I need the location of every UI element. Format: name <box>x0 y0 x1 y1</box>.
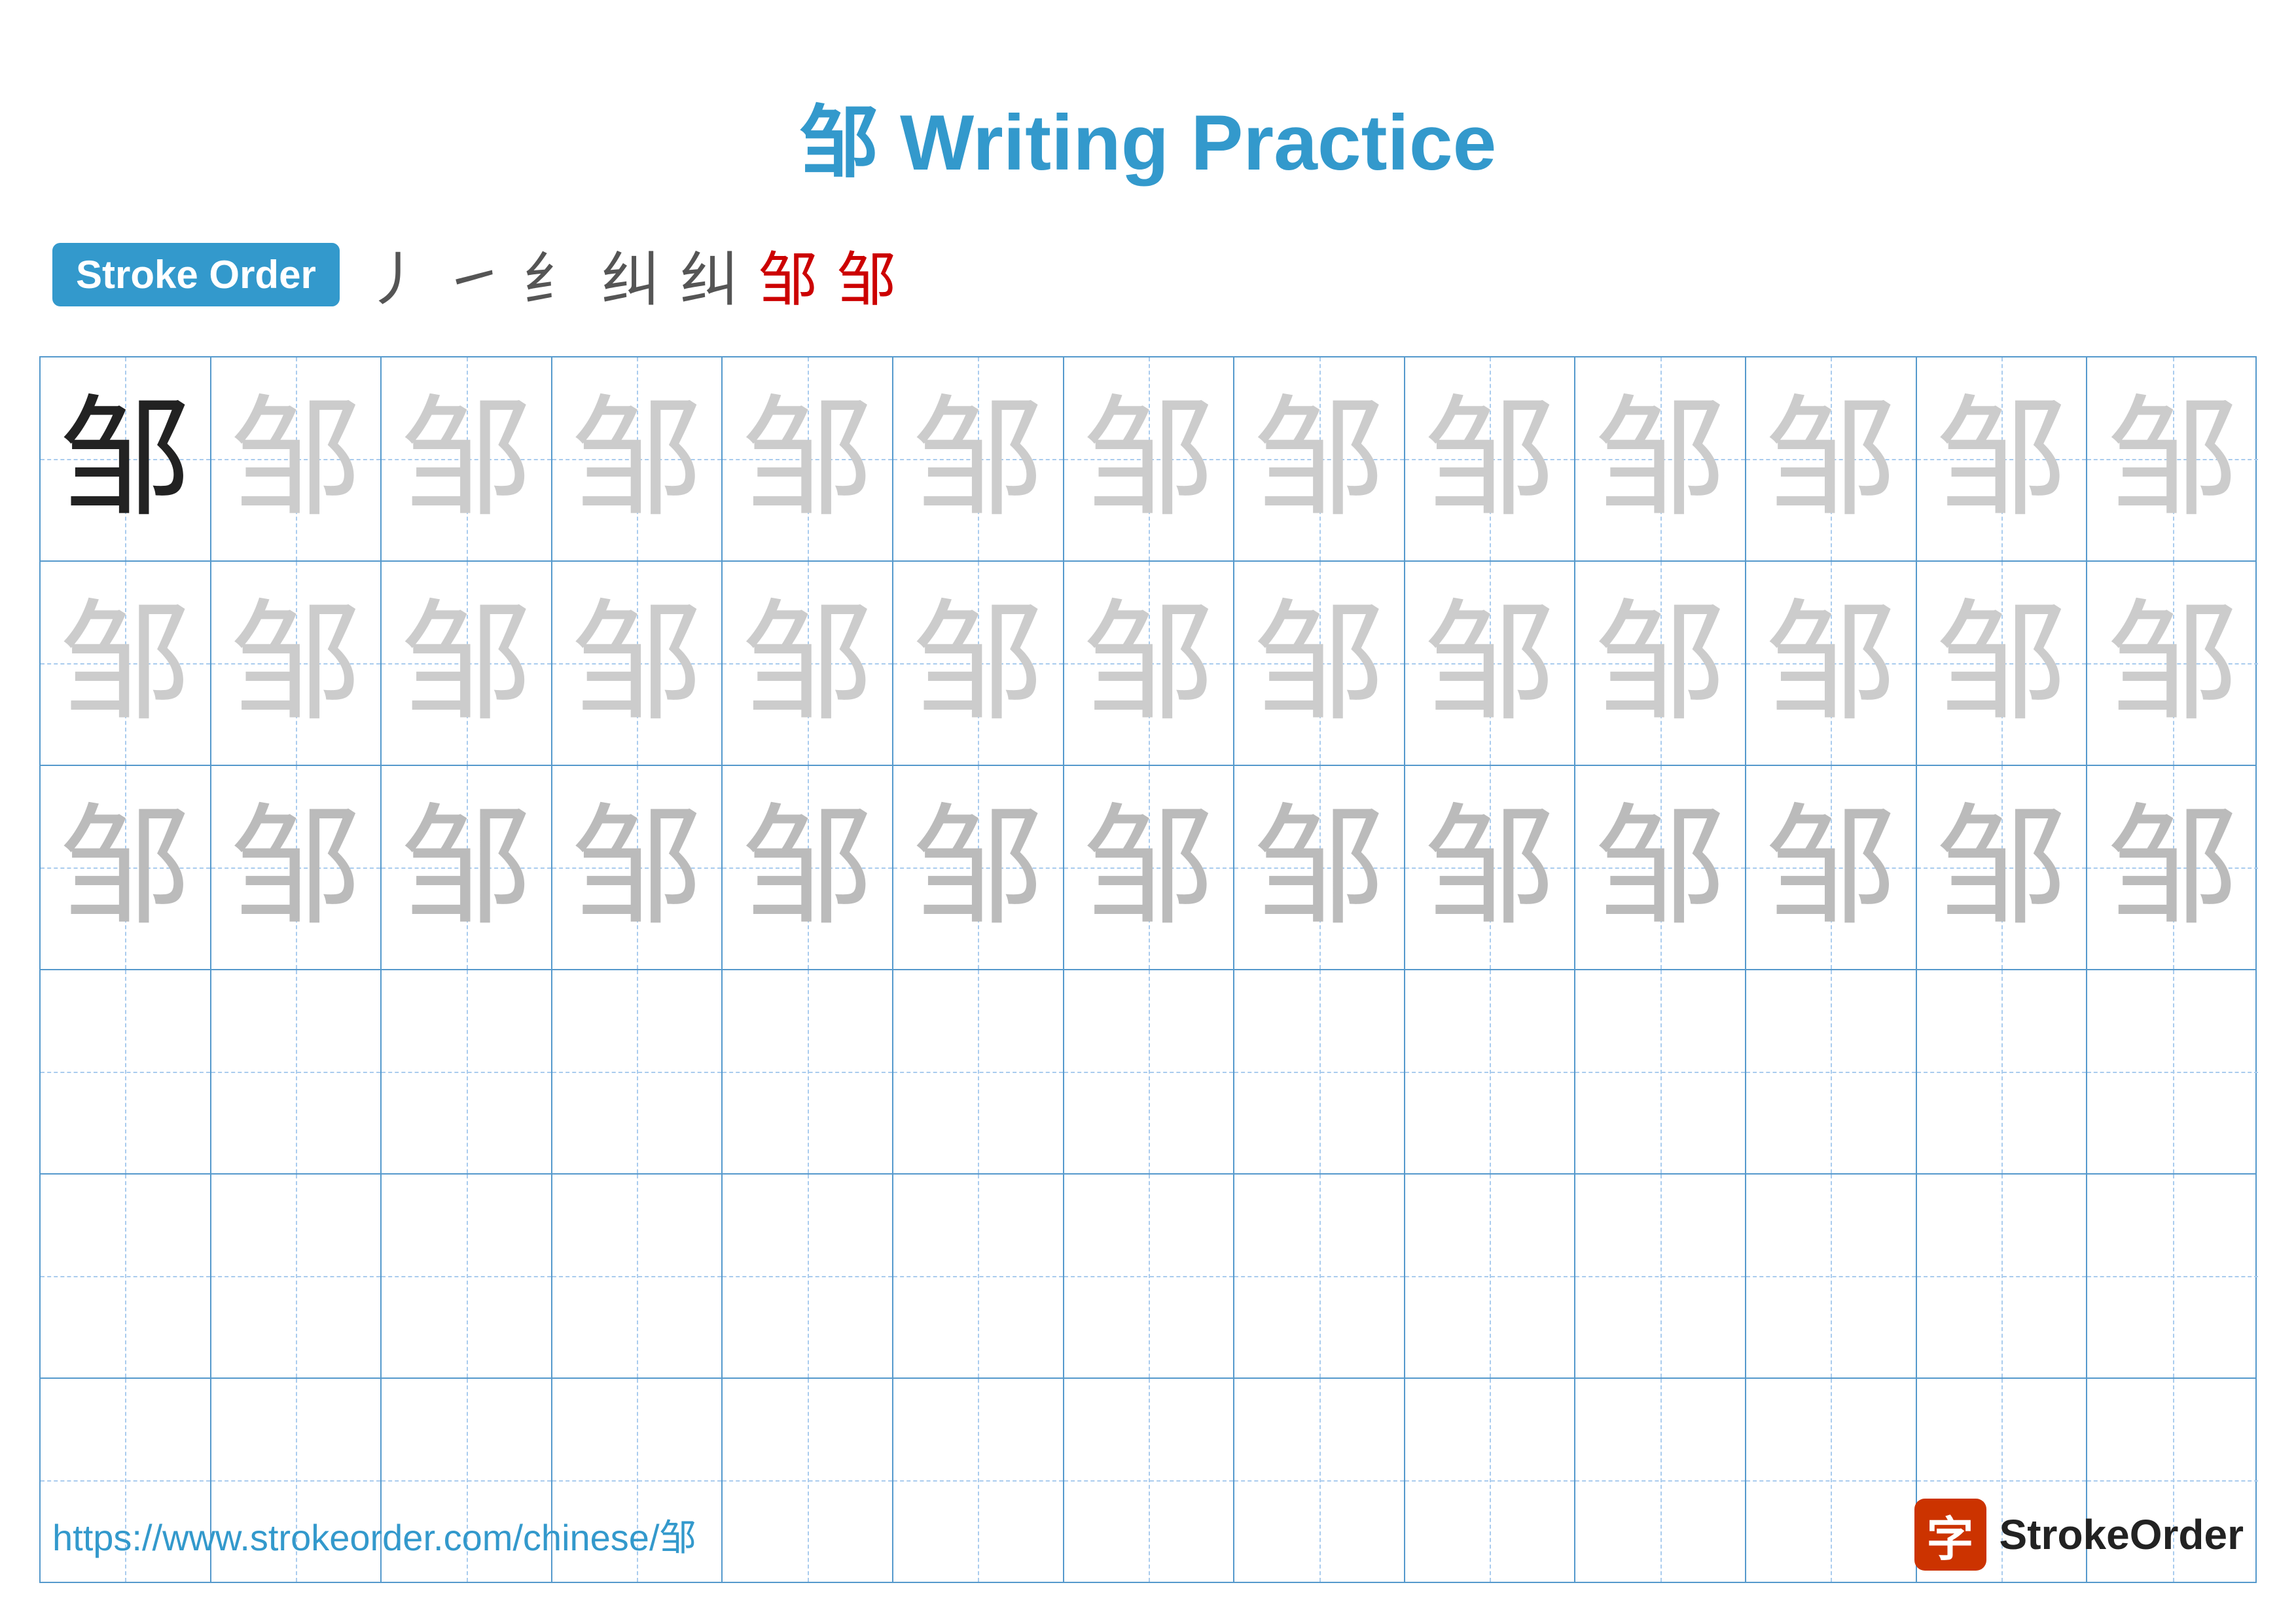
grid-cell-r4-c4[interactable] <box>552 970 723 1173</box>
grid-cell-r3-c10[interactable]: 邹 <box>1575 766 1746 969</box>
grid-cell-r1-c1[interactable]: 邹 <box>41 357 211 560</box>
grid-cell-r2-c12[interactable]: 邹 <box>1917 562 2088 765</box>
grid-cell-r2-c3[interactable]: 邹 <box>382 562 552 765</box>
grid-cell-r2-c11[interactable]: 邹 <box>1746 562 1917 765</box>
grid-cell-r3-c13[interactable]: 邹 <box>2087 766 2258 969</box>
grid-cell-r5-c6[interactable] <box>893 1175 1064 1377</box>
grid-cell-r4-c9[interactable] <box>1405 970 1576 1173</box>
grid-cell-r4-c13[interactable] <box>2087 970 2258 1173</box>
footer-logo: 字 StrokeOrder <box>1914 1499 2244 1571</box>
footer: https://www.strokeorder.com/chinese/邹 字 … <box>0 1499 2296 1571</box>
grid-cell-r5-c8[interactable] <box>1234 1175 1405 1377</box>
grid-cell-r4-c5[interactable] <box>723 970 893 1173</box>
grid-cell-r3-c2[interactable]: 邹 <box>211 766 382 969</box>
grid-row-3: 邹 邹 邹 邹 邹 邹 邹 邹 邹 邹 邹 邹 邹 <box>41 766 2255 970</box>
grid-row-2: 邹 邹 邹 邹 邹 邹 邹 邹 邹 邹 邹 邹 邹 <box>41 562 2255 766</box>
grid-cell-r1-c13[interactable]: 邹 <box>2087 357 2258 560</box>
grid-cell-r3-c5[interactable]: 邹 <box>723 766 893 969</box>
grid-cell-r5-c10[interactable] <box>1575 1175 1746 1377</box>
grid-cell-r4-c1[interactable] <box>41 970 211 1173</box>
grid-cell-r1-c7[interactable]: 邹 <box>1064 357 1235 560</box>
grid-cell-r2-c13[interactable]: 邹 <box>2087 562 2258 765</box>
grid-cell-r5-c11[interactable] <box>1746 1175 1917 1377</box>
grid-cell-r4-c12[interactable] <box>1917 970 2088 1173</box>
grid-cell-r3-c12[interactable]: 邹 <box>1917 766 2088 969</box>
stroke-2: ㇀ <box>444 232 503 317</box>
grid-cell-r4-c7[interactable] <box>1064 970 1235 1173</box>
grid-cell-r1-c6[interactable]: 邹 <box>893 357 1064 560</box>
grid-cell-r4-c8[interactable] <box>1234 970 1405 1173</box>
practice-grid: 邹 邹 邹 邹 邹 邹 邹 邹 邹 邹 邹 邹 邹 邹 邹 邹 邹 邹 邹 邹 … <box>39 356 2257 1583</box>
grid-cell-r2-c10[interactable]: 邹 <box>1575 562 1746 765</box>
grid-cell-r3-c6[interactable]: 邹 <box>893 766 1064 969</box>
grid-cell-r2-c2[interactable]: 邹 <box>211 562 382 765</box>
grid-cell-r4-c11[interactable] <box>1746 970 1917 1173</box>
grid-cell-r5-c5[interactable] <box>723 1175 893 1377</box>
grid-cell-r3-c8[interactable]: 邹 <box>1234 766 1405 969</box>
stroke-4: 纠 <box>601 232 660 317</box>
stroke-5: 纠 <box>680 232 739 317</box>
footer-url[interactable]: https://www.strokeorder.com/chinese/邹 <box>52 1508 696 1561</box>
grid-cell-r4-c10[interactable] <box>1575 970 1746 1173</box>
grid-cell-r4-c3[interactable] <box>382 970 552 1173</box>
grid-cell-r1-c2[interactable]: 邹 <box>211 357 382 560</box>
grid-cell-r3-c1[interactable]: 邹 <box>41 766 211 969</box>
stroke-6: 邹 <box>759 232 817 317</box>
grid-cell-r5-c7[interactable] <box>1064 1175 1235 1377</box>
grid-cell-r4-c2[interactable] <box>211 970 382 1173</box>
grid-cell-r2-c9[interactable]: 邹 <box>1405 562 1576 765</box>
stroke-7: 邹 <box>837 232 896 317</box>
grid-cell-r2-c1[interactable]: 邹 <box>41 562 211 765</box>
grid-cell-r4-c6[interactable] <box>893 970 1064 1173</box>
grid-row-4 <box>41 970 2255 1175</box>
grid-row-1: 邹 邹 邹 邹 邹 邹 邹 邹 邹 邹 邹 邹 邹 <box>41 357 2255 562</box>
grid-cell-r3-c7[interactable]: 邹 <box>1064 766 1235 969</box>
stroke-1: 丿 <box>366 232 425 317</box>
grid-cell-r1-c12[interactable]: 邹 <box>1917 357 2088 560</box>
grid-cell-r1-c5[interactable]: 邹 <box>723 357 893 560</box>
grid-cell-r3-c11[interactable]: 邹 <box>1746 766 1917 969</box>
grid-cell-r5-c1[interactable] <box>41 1175 211 1377</box>
strokeorder-logo-icon: 字 <box>1914 1499 1986 1571</box>
grid-cell-r1-c8[interactable]: 邹 <box>1234 357 1405 560</box>
grid-cell-r5-c2[interactable] <box>211 1175 382 1377</box>
grid-cell-r2-c4[interactable]: 邹 <box>552 562 723 765</box>
grid-cell-r2-c6[interactable]: 邹 <box>893 562 1064 765</box>
stroke-order-row: Stroke Order 丿 ㇀ 纟 纠 纠 邹 邹 <box>0 232 2296 317</box>
grid-cell-r1-c10[interactable]: 邹 <box>1575 357 1746 560</box>
grid-cell-r3-c9[interactable]: 邹 <box>1405 766 1576 969</box>
grid-cell-r1-c9[interactable]: 邹 <box>1405 357 1576 560</box>
stroke-order-badge: Stroke Order <box>52 243 340 306</box>
grid-cell-r1-c11[interactable]: 邹 <box>1746 357 1917 560</box>
grid-cell-r5-c13[interactable] <box>2087 1175 2258 1377</box>
stroke-3: 纟 <box>523 232 582 317</box>
grid-cell-r5-c9[interactable] <box>1405 1175 1576 1377</box>
footer-logo-text: StrokeOrder <box>2000 1510 2244 1559</box>
grid-cell-r5-c12[interactable] <box>1917 1175 2088 1377</box>
grid-cell-r1-c3[interactable]: 邹 <box>382 357 552 560</box>
grid-cell-r2-c5[interactable]: 邹 <box>723 562 893 765</box>
grid-cell-r5-c4[interactable] <box>552 1175 723 1377</box>
grid-cell-r2-c7[interactable]: 邹 <box>1064 562 1235 765</box>
grid-row-5 <box>41 1175 2255 1379</box>
stroke-sequence: 丿 ㇀ 纟 纠 纠 邹 邹 <box>366 232 896 317</box>
grid-cell-r5-c3[interactable] <box>382 1175 552 1377</box>
grid-cell-r1-c4[interactable]: 邹 <box>552 357 723 560</box>
grid-cell-r3-c4[interactable]: 邹 <box>552 766 723 969</box>
grid-cell-r3-c3[interactable]: 邹 <box>382 766 552 969</box>
grid-cell-r2-c8[interactable]: 邹 <box>1234 562 1405 765</box>
page-title: 邹 Writing Practice <box>0 0 2296 232</box>
